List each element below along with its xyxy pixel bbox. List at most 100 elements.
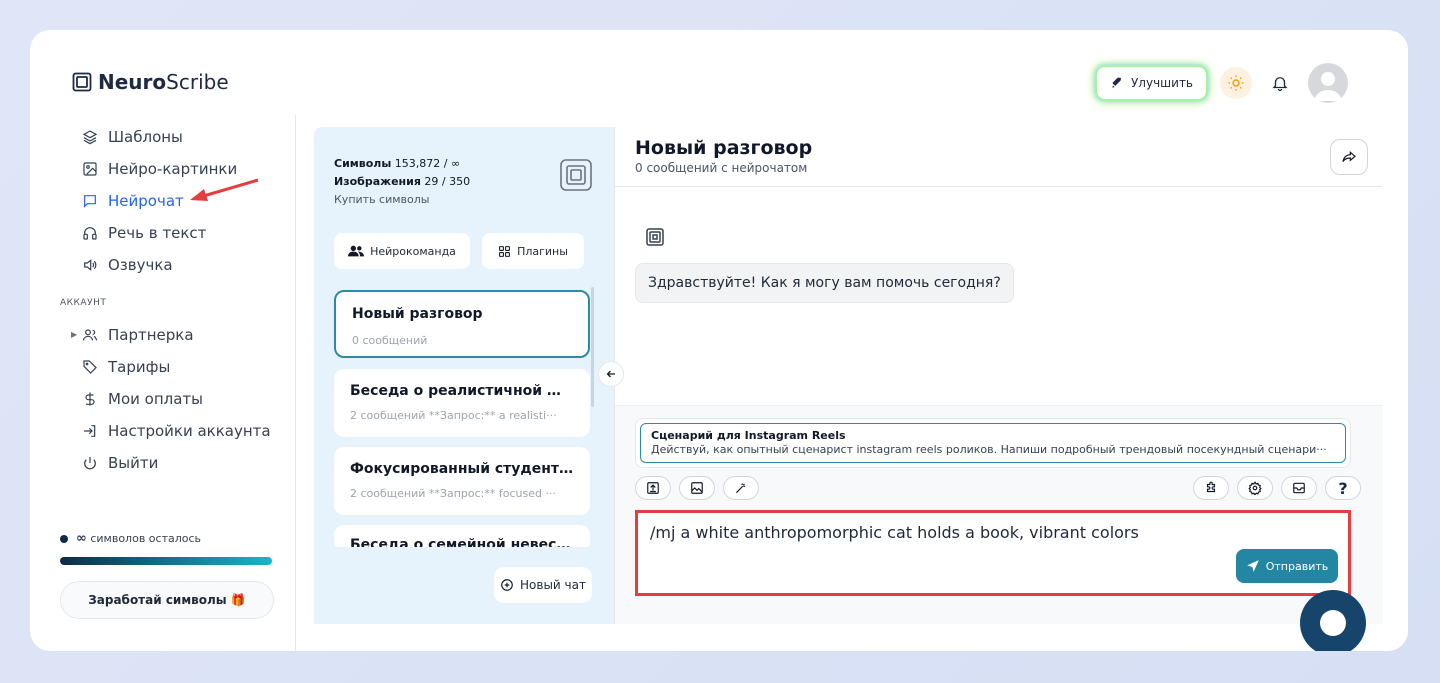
send-icon (1246, 560, 1259, 572)
sidebar-item-label: Тарифы (108, 358, 171, 376)
chat-header: Новый разговор 0 сообщений с нейрочатом (615, 127, 1382, 187)
prompt-template-title: Сценарий для Instagram Reels (651, 429, 846, 442)
users-icon (82, 329, 98, 341)
prompt-template-card[interactable]: Сценарий для Instagram Reels Действуй, к… (635, 418, 1351, 468)
puzzle-icon (1206, 481, 1216, 493)
sidebar-item-payments[interactable]: Мои оплаты (30, 383, 295, 415)
bell-icon (1272, 77, 1288, 92)
send-button[interactable]: Отправить (1236, 549, 1338, 583)
magic-wand-icon (735, 483, 746, 494)
arrow-left-icon (606, 370, 615, 378)
brand-logo[interactable]: NeuroScribe (72, 70, 229, 94)
magic-wand-button[interactable] (723, 476, 759, 500)
support-chat-button[interactable] (1300, 590, 1366, 651)
sidebar-item-logout[interactable]: Выйти (30, 447, 295, 479)
plugins-button[interactable]: Плагины (482, 233, 584, 269)
sidebar-item-label: Нейрочат (108, 192, 184, 210)
prompt-template-inner: Сценарий для Instagram Reels Действуй, к… (640, 423, 1346, 463)
symbols-left-value: ∞ (76, 531, 87, 546)
question-icon: ? (1338, 478, 1348, 498)
images-value: 29 / 350 (424, 175, 471, 188)
speaker-icon (84, 259, 97, 271)
support-chat-icon (1320, 610, 1346, 636)
symbols-value: 153,872 / ∞ (394, 157, 461, 170)
notifications-button[interactable] (1264, 67, 1296, 99)
avatar[interactable] (1308, 63, 1348, 103)
upload-icon (647, 482, 659, 494)
chat-list-panel: Символы 153,872 / ∞ Изображения 29 / 350… (314, 127, 614, 624)
sidebar-account-nav: ▶ Партнерка Тарифы Мои оплаты Настройки … (30, 319, 295, 479)
red-pointer-arrow-icon (190, 178, 259, 201)
send-label: Отправить (1265, 559, 1329, 573)
sun-icon (1228, 75, 1244, 91)
sidebar-item-voiceover[interactable]: Озвучка (30, 249, 295, 281)
sidebar-item-speech-to-text[interactable]: Речь в текст (30, 217, 295, 249)
conversation-item-active[interactable]: Новый разговор 0 сообщений (334, 290, 590, 358)
upgrade-button[interactable]: Улучшить (1094, 65, 1208, 101)
earn-symbols-button[interactable]: Заработай символы 🎁 (60, 581, 274, 619)
symbols-progress-bar (60, 557, 272, 565)
sidebar-item-partners[interactable]: Партнерка (30, 319, 295, 351)
plus-circle-icon (501, 579, 513, 591)
logo-icon (72, 72, 92, 92)
upgrade-label: Улучшить (1130, 76, 1193, 90)
sidebar-item-label: Мои оплаты (108, 390, 203, 408)
conversation-title: Фокусированный студент ··· (350, 461, 574, 477)
new-chat-label: Новый чат (520, 578, 586, 592)
chat-icon (84, 195, 96, 208)
conversation-item[interactable]: Беседа о реалистичной фо··· 2 сообщений … (334, 369, 590, 437)
sidebar-item-tariffs[interactable]: Тарифы (30, 351, 295, 383)
symbols-left: ∞ символов осталось (60, 531, 201, 546)
share-arrow-icon (1342, 151, 1356, 162)
inbox-icon (1293, 482, 1305, 494)
topbar-actions: Улучшить (1094, 63, 1348, 103)
settings-button[interactable] (1237, 476, 1273, 500)
symbols-label: Символы (334, 157, 392, 170)
plugins-tool-button[interactable] (1193, 476, 1229, 500)
account-section-label: АККАУНТ (60, 298, 107, 308)
composer: Сценарий для Instagram Reels Действуй, к… (615, 405, 1383, 624)
chat-subtitle: 0 сообщений с нейрочатом (635, 161, 808, 175)
page-title: Новый разговор (635, 137, 813, 159)
conversation-title: Новый разговор (352, 306, 483, 322)
upload-file-button[interactable] (635, 476, 671, 500)
gear-icon (1248, 481, 1262, 495)
prompt-template-text: Действуй, как опытный сценарист instagra… (651, 443, 1327, 456)
chat-area: Новый разговор 0 сообщений с нейрочатом … (614, 127, 1383, 624)
new-chat-button[interactable]: Новый чат (494, 567, 592, 603)
conversation-item[interactable]: Фокусированный студент ··· 2 сообщений *… (334, 447, 590, 515)
rocket-icon (1112, 77, 1121, 88)
grid-icon (499, 245, 510, 257)
brand-name: NeuroScribe (98, 70, 229, 94)
conversation-meta: 2 сообщений **Запрос:** a realisti··· (350, 409, 557, 422)
power-icon (84, 457, 96, 470)
collapse-panel-button[interactable] (598, 361, 624, 387)
sidebar-item-label: Настройки аккаунта (108, 422, 271, 440)
scrollbar[interactable] (591, 287, 594, 407)
neuroteam-label: Нейрокоманда (370, 244, 456, 258)
tag-icon (83, 360, 97, 374)
message-input[interactable]: /mj a white anthropomorphic cat holds a … (635, 510, 1351, 596)
help-button[interactable]: ? (1325, 476, 1361, 500)
caret-right-icon: ▶ (71, 330, 78, 339)
symbols-left-label: символов осталось (90, 532, 202, 545)
app-window: NeuroScribe Улучшить Шаблоны Нейро-карти… (30, 30, 1408, 651)
theme-toggle-button[interactable] (1220, 67, 1252, 99)
buy-symbols-link[interactable]: Купить символы (334, 191, 470, 209)
images-label: Изображения (334, 175, 421, 188)
share-button[interactable] (1330, 139, 1368, 175)
usage-stats: Символы 153,872 / ∞ Изображения 29 / 350… (334, 155, 470, 209)
sidebar-item-account-settings[interactable]: Настройки аккаунта (30, 415, 295, 447)
sidebar-item-label: Партнерка (108, 326, 194, 344)
bot-avatar-icon (646, 228, 664, 246)
layers-icon (82, 130, 98, 145)
login-icon (84, 425, 96, 437)
headphones-icon (83, 227, 97, 240)
sidebar-item-templates[interactable]: Шаблоны (30, 121, 295, 153)
attach-image-button[interactable] (679, 476, 715, 500)
save-prompt-button[interactable] (1281, 476, 1317, 500)
dollar-icon (85, 392, 95, 406)
neuroteam-button[interactable]: Нейрокоманда (334, 233, 470, 269)
conversation-meta: 0 сообщений (352, 334, 428, 347)
conversation-meta: 2 сообщений **Запрос:** focused ··· (350, 487, 556, 500)
